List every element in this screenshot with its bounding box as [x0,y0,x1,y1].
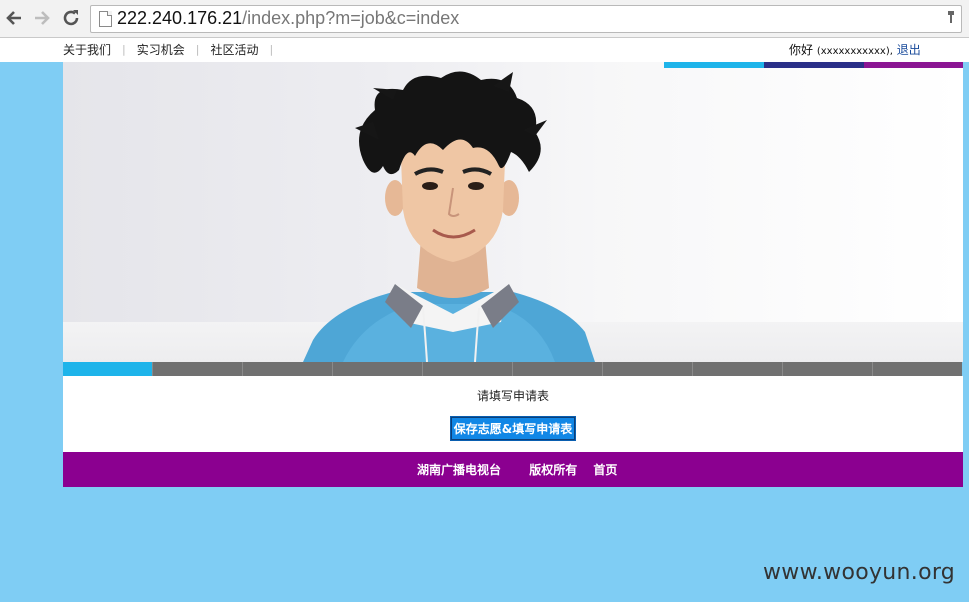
slider-tab-3[interactable] [243,362,333,376]
greeting: 你好 [789,43,814,57]
nav-community[interactable]: 社区活动 [210,41,258,58]
accent-stripe-blue [664,62,764,68]
footer: 湖南广播电视台 版权所有 首页 [63,452,963,487]
save-and-apply-button[interactable]: 保存志愿&填写申请表 [450,416,576,441]
apply-prompt: 请填写申请表 [476,389,549,403]
slider-tab-4[interactable] [333,362,423,376]
slider-tab-8[interactable] [693,362,783,376]
reload-icon[interactable] [60,7,82,29]
url-text[interactable]: 222.240.176.21/index.php?m=job&c=index [117,8,459,29]
footer-company: 湖南广播电视台 [417,463,502,477]
user-area: 你好 (xxxxxxxxxxx), 退出 [789,41,921,58]
nav-divider: | [122,43,126,56]
wrench-icon[interactable] [947,10,955,24]
slider-tab-7[interactable] [603,362,693,376]
forward-arrow-icon[interactable] [31,7,53,29]
footer-copyright: 版权所有 [529,463,578,477]
hero-banner [63,62,963,362]
accent-stripe-navy [764,62,864,68]
nav-divider: | [195,43,200,56]
slider-tab-6[interactable] [513,362,603,376]
top-nav: 关于我们 | 实习机会 | 社区活动 | [63,41,284,58]
footer-home-link[interactable]: 首页 [593,463,617,477]
slider-tab-1[interactable] [63,362,153,376]
slider-tab-9[interactable] [783,362,873,376]
slider-tab-5[interactable] [423,362,513,376]
nav-internships[interactable]: 实习机会 [137,41,185,58]
watermark: www.wooyun.org [763,560,956,585]
url-path: /index.php?m=job&c=index [242,8,460,28]
nav-about-us[interactable]: 关于我们 [63,41,111,58]
back-arrow-icon[interactable] [3,7,25,29]
page-icon [99,11,112,27]
site-topbar: 关于我们 | 实习机会 | 社区活动 | 你好 (xxxxxxxxxxx), 退… [0,38,969,62]
address-bar[interactable]: 222.240.176.21/index.php?m=job&c=index [90,5,962,33]
banner-person-photo [303,71,595,362]
url-host: 222.240.176.21 [117,8,243,28]
slider-tabs [63,362,963,376]
logout-link[interactable]: 退出 [897,43,921,57]
nav-divider: | [269,43,274,56]
browser-toolbar: 222.240.176.21/index.php?m=job&c=index [0,0,969,38]
accent-stripe-purple [864,62,963,68]
application-section: 请填写申请表 保存志愿&填写申请表 [63,376,963,452]
slider-tab-2[interactable] [153,362,243,376]
slider-tab-10[interactable] [873,362,962,376]
username: (xxxxxxxxxxx), [816,46,893,57]
